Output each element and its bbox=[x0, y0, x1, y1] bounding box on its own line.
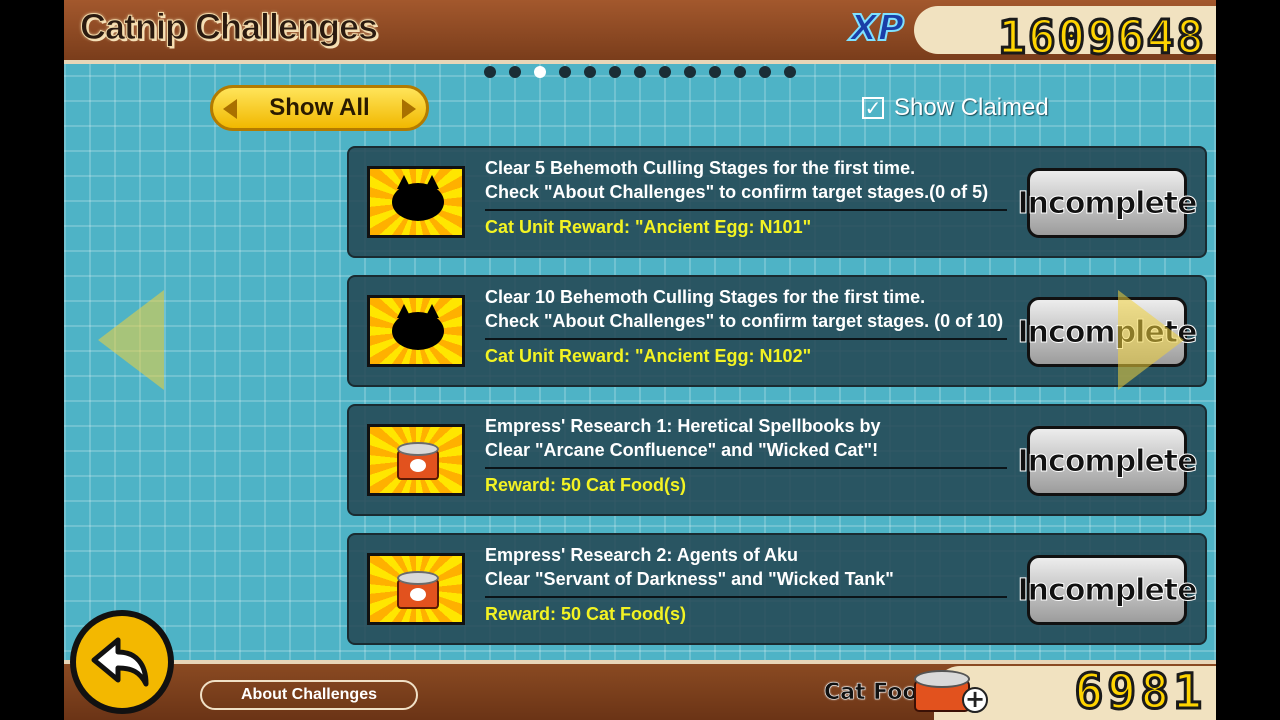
previous-page-arrow-icon[interactable] bbox=[98, 290, 164, 390]
challenge-title: Empress' Research 1: Heretical Spellbook… bbox=[485, 416, 881, 436]
page-indicator bbox=[484, 66, 796, 78]
challenge-row: Clear 5 Behemoth Culling Stages for the … bbox=[347, 146, 1207, 258]
cat-food-can-icon bbox=[914, 670, 970, 714]
challenge-row: Clear 10 Behemoth Culling Stages for the… bbox=[347, 275, 1207, 387]
about-challenges-button[interactable]: About Challenges bbox=[200, 680, 418, 710]
cat-silhouette-icon bbox=[392, 175, 444, 221]
xp-label: XP bbox=[849, 7, 905, 50]
cat-food-can-icon bbox=[397, 571, 439, 611]
add-cat-food-plus-icon[interactable]: + bbox=[962, 687, 988, 713]
challenge-status-label: Incomplete bbox=[1017, 572, 1198, 608]
challenge-title: Clear 10 Behemoth Culling Stages for the… bbox=[485, 287, 926, 307]
page-dot[interactable] bbox=[609, 66, 621, 78]
page-dot[interactable] bbox=[559, 66, 571, 78]
next-page-arrow-icon[interactable] bbox=[1118, 290, 1184, 390]
page-dot[interactable] bbox=[509, 66, 521, 78]
page-dot[interactable] bbox=[659, 66, 671, 78]
cat-silhouette-icon bbox=[392, 304, 444, 350]
cat-food-value: 6981 bbox=[1073, 663, 1206, 720]
divider bbox=[485, 338, 1007, 340]
challenge-detail: Clear "Servant of Darkness" and "Wicked … bbox=[485, 569, 894, 589]
page-dot[interactable] bbox=[759, 66, 771, 78]
challenge-status-label: Incomplete bbox=[1017, 185, 1198, 221]
challenge-reward: Reward: 50 Cat Food(s) bbox=[485, 475, 687, 495]
top-bar: Catnip Challenges 1609648 XP bbox=[64, 0, 1216, 66]
challenge-reward: Cat Unit Reward: "Ancient Egg: N101" bbox=[485, 217, 812, 237]
challenge-description: Empress' Research 1: Heretical Spellbook… bbox=[485, 414, 1007, 462]
challenge-thumbnail bbox=[367, 424, 465, 496]
page-dot[interactable] bbox=[634, 66, 646, 78]
page-dot[interactable] bbox=[534, 66, 546, 78]
cat-food-can-icon bbox=[397, 442, 439, 482]
about-challenges-label: About Challenges bbox=[240, 686, 377, 703]
show-claimed-toggle[interactable]: ✓ Show Claimed bbox=[862, 94, 1049, 122]
challenge-thumbnail bbox=[367, 295, 465, 367]
page-dot[interactable] bbox=[709, 66, 721, 78]
challenge-thumbnail bbox=[367, 553, 465, 625]
filter-prev-arrow-icon[interactable] bbox=[223, 99, 237, 119]
filter-next-arrow-icon[interactable] bbox=[402, 99, 416, 119]
challenge-status-button[interactable]: Incomplete bbox=[1017, 426, 1198, 496]
challenge-reward: Cat Unit Reward: "Ancient Egg: N102" bbox=[485, 346, 812, 366]
divider bbox=[485, 467, 1007, 469]
challenge-status-button[interactable]: Incomplete bbox=[1017, 168, 1198, 238]
challenge-title: Empress' Research 2: Agents of Aku bbox=[485, 545, 799, 565]
show-claimed-checkbox[interactable]: ✓ bbox=[862, 97, 884, 119]
screen: Catnip Challenges 1609648 XP Show All ✓ … bbox=[64, 0, 1216, 720]
challenge-row: Empress' Research 1: Heretical Spellbook… bbox=[347, 404, 1207, 516]
page-dot[interactable] bbox=[734, 66, 746, 78]
back-button[interactable] bbox=[70, 610, 174, 714]
challenge-description: Empress' Research 2: Agents of Aku Clear… bbox=[485, 543, 1007, 591]
challenge-description: Clear 5 Behemoth Culling Stages for the … bbox=[485, 156, 1007, 204]
challenge-row: Empress' Research 2: Agents of Aku Clear… bbox=[347, 533, 1207, 645]
xp-value: 1609648 bbox=[997, 9, 1206, 66]
challenge-thumbnail bbox=[367, 166, 465, 238]
show-claimed-label: Show Claimed bbox=[894, 94, 1049, 121]
page-dot[interactable] bbox=[584, 66, 596, 78]
show-all-filter-button[interactable]: Show All bbox=[210, 85, 429, 131]
challenge-description: Clear 10 Behemoth Culling Stages for the… bbox=[485, 285, 1007, 333]
challenge-detail: Clear "Arcane Confluence" and "Wicked Ca… bbox=[485, 440, 879, 460]
page-title: Catnip Challenges bbox=[79, 6, 378, 48]
divider bbox=[485, 209, 1007, 211]
divider bbox=[485, 596, 1007, 598]
challenge-status-label: Incomplete bbox=[1017, 443, 1198, 479]
page-dot[interactable] bbox=[784, 66, 796, 78]
xp-panel: 1609648 bbox=[914, 6, 1216, 66]
challenge-detail: Check "About Challenges" to confirm targ… bbox=[485, 311, 1004, 331]
challenge-detail: Check "About Challenges" to confirm targ… bbox=[485, 182, 989, 202]
back-arrow-icon bbox=[91, 637, 149, 687]
page-dot[interactable] bbox=[684, 66, 696, 78]
challenge-reward: Reward: 50 Cat Food(s) bbox=[485, 604, 687, 624]
filter-label: Show All bbox=[269, 94, 370, 121]
challenge-title: Clear 5 Behemoth Culling Stages for the … bbox=[485, 158, 916, 178]
challenge-status-button[interactable]: Incomplete bbox=[1017, 555, 1198, 625]
page-dot[interactable] bbox=[484, 66, 496, 78]
